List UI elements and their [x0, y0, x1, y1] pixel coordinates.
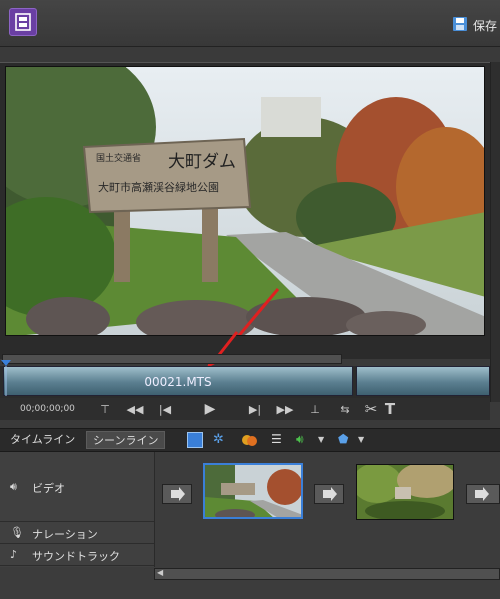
horizontal-scrollbar[interactable]: ◀	[154, 568, 500, 580]
video-preview[interactable]: 国土交通省 大町ダム 大町市高瀬渓谷緑地公園	[5, 66, 485, 336]
scene-thumbnail-1[interactable]	[203, 463, 303, 519]
transition-slot[interactable]	[162, 484, 192, 504]
step-back-icon[interactable]: |◀	[150, 400, 180, 418]
chevron-down-icon[interactable]: ▼	[318, 435, 334, 451]
soundtrack-track-label: ♪ サウンドトラック	[0, 544, 154, 566]
sign-title: 大町ダム	[168, 152, 236, 172]
save-button[interactable]: 保存	[452, 14, 497, 36]
track-labels: 🔊︎ ビデオ 🎙︎ ナレーション ♪ サウンドトラック	[0, 452, 155, 567]
tab-timeline[interactable]: タイムライン	[4, 431, 81, 449]
video-track-label: 🔊︎ ビデオ	[0, 452, 154, 522]
scroll-left-icon[interactable]: ◀	[157, 568, 163, 577]
mark-in-icon[interactable]: ⊤	[90, 400, 120, 418]
timeline-toolbar: タイムライン シーンライン ✲ ☰ 🔊︎ ▼ ⬟ ▼	[0, 428, 500, 452]
step-forward-icon[interactable]: ▶|	[240, 400, 270, 418]
transport-controls: 00;00;00;00 ⊤ ◀◀ |◀ ▶ ▶| ▶▶ ⊥ ⇆ ✂ T	[0, 398, 490, 420]
save-label: 保存	[473, 18, 498, 33]
mark-out-icon[interactable]: ⊥	[300, 400, 330, 418]
preview-scrollbar[interactable]	[490, 62, 500, 402]
transitions-icon[interactable]	[241, 432, 257, 448]
transition-slot[interactable]	[466, 484, 500, 504]
smart-fix-icon[interactable]	[187, 432, 203, 448]
play-icon[interactable]: ▶	[180, 400, 240, 418]
chevron-down-icon[interactable]: ▼	[358, 435, 374, 451]
microphone-icon: 🎙︎	[10, 526, 24, 539]
rewind-icon[interactable]: ◀◀	[120, 400, 150, 418]
transition-slot[interactable]	[314, 484, 344, 504]
title-text-icon[interactable]: T	[382, 400, 398, 418]
audio-icon[interactable]: 🔊︎	[296, 432, 312, 448]
marker-icon[interactable]: ⬟	[338, 432, 354, 448]
timecode-display: 00;00;00;00	[20, 404, 75, 414]
tab-sceneline[interactable]: シーンライン	[86, 431, 166, 449]
music-note-icon: ♪	[10, 548, 18, 561]
split-icon[interactable]: ⇆	[330, 400, 360, 418]
scissors-icon[interactable]: ✂	[360, 400, 382, 418]
effects-icon[interactable]: ✲	[213, 432, 229, 448]
scene-thumbnail-2[interactable]	[356, 464, 454, 520]
clip-00021[interactable]: 00021.MTS	[3, 366, 353, 396]
menu-list-icon[interactable]: ☰	[271, 432, 287, 448]
fast-forward-icon[interactable]: ▶▶	[270, 400, 300, 418]
narration-track-label: 🎙︎ ナレーション	[0, 522, 154, 544]
clip-name: 00021.MTS	[144, 375, 212, 389]
sign-line1: 国土交通省	[96, 152, 141, 164]
timeline-scrub-bar[interactable]	[2, 354, 342, 364]
playhead-marker[interactable]	[0, 360, 12, 396]
film-icon[interactable]	[9, 8, 37, 36]
save-icon	[452, 16, 468, 35]
clip-strip: 00021.MTS	[0, 360, 490, 398]
speaker-icon: 🔊︎	[10, 480, 17, 493]
sign-line2: 大町市高瀬渓谷緑地公園	[98, 180, 219, 194]
clip-next[interactable]	[356, 366, 490, 396]
top-toolbar: 保存	[0, 0, 500, 47]
